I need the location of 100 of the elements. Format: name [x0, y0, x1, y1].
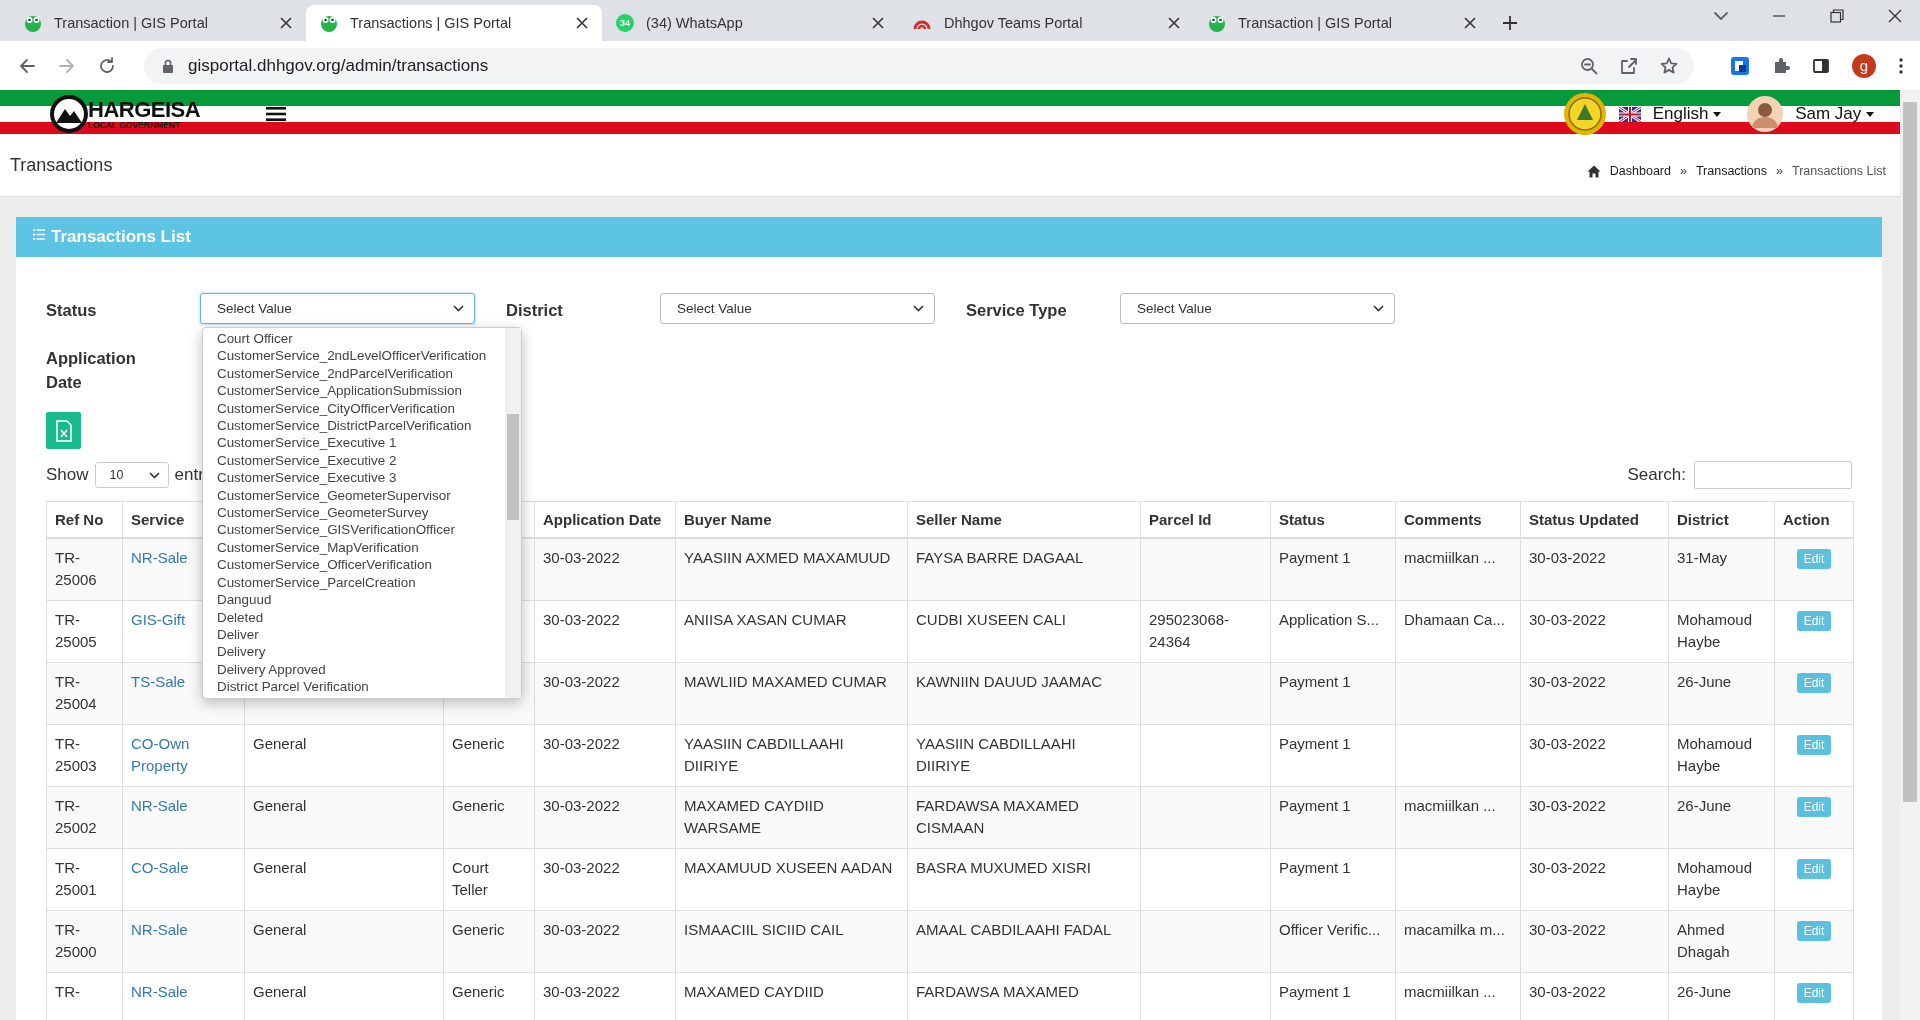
dropdown-option[interactable]: Deleted — [217, 608, 505, 626]
breadcrumb-link[interactable]: Dashboard — [1609, 164, 1671, 178]
dropdown-option[interactable]: Delivery Approved — [217, 660, 505, 679]
breadcrumb-link[interactable]: Transactions — [1695, 164, 1767, 178]
browser-tab[interactable]: Transaction | GIS Portal — [1194, 5, 1490, 41]
search-field[interactable] — [1694, 461, 1852, 489]
table-cell-text: macmiilkan ... — [1404, 548, 1497, 568]
close-icon[interactable] — [1888, 9, 1902, 23]
close-icon[interactable] — [280, 17, 292, 29]
menu-icon[interactable] — [266, 106, 287, 122]
breadcrumb-current: Transactions List — [1791, 164, 1886, 178]
table-cell-text: YAASIIN AXMED MAXAMUUD — [684, 548, 892, 568]
dropdown-option[interactable]: CustomerService_GeometerSupervisor — [217, 486, 505, 505]
select-field[interactable]: Select Value — [1120, 293, 1395, 324]
sidebar-icon[interactable] — [1812, 56, 1830, 75]
dropdown-option[interactable]: CustomerService_MapVerification — [217, 538, 505, 557]
page-size-select[interactable]: 10 — [94, 462, 169, 488]
table-cell-text: 295023068-24364 — [1149, 610, 1231, 652]
dropdown-option[interactable]: CustomerService_OfficerVerification — [217, 556, 505, 574]
close-icon[interactable] — [1464, 17, 1476, 29]
close-icon[interactable] — [576, 17, 588, 29]
filter-label: Status — [46, 300, 98, 320]
scrollbar[interactable] — [1900, 90, 1920, 1020]
table-cell-text: FAYSA BARRE DAGAAL — [916, 548, 1085, 568]
table-cell-text: 30-03-2022 — [1529, 610, 1607, 630]
table-cell-text: MAXAMED CAYDIID WARSAME — [684, 796, 825, 838]
new-tab-icon[interactable] — [1502, 15, 1518, 31]
table-cell-text: General — [253, 982, 308, 1002]
more-icon[interactable] — [1898, 56, 1904, 75]
star-icon[interactable] — [1660, 56, 1678, 75]
home-icon[interactable] — [1586, 164, 1601, 178]
table-cell-text: Mohamoud Haybe — [1677, 734, 1754, 776]
dropdown-option[interactable]: CustomerService_Executive 3 — [217, 469, 505, 487]
reload-icon[interactable] — [98, 56, 116, 75]
dropdown-option[interactable]: CustomerService_DistrictParcelVerification — [217, 417, 505, 435]
extension-icon[interactable] — [1730, 55, 1750, 76]
select-field[interactable]: Select Value — [660, 293, 935, 324]
dropdown-option[interactable]: Danguud — [217, 591, 505, 609]
language-dropdown[interactable]: English — [1652, 104, 1722, 124]
chevron-down-icon — [913, 305, 924, 312]
dropdown-option[interactable]: CustomerService_ParcelCreation — [217, 573, 505, 592]
zoom-out-icon[interactable] — [1580, 56, 1598, 75]
chevron-down-icon — [1373, 305, 1384, 312]
table-cell-text: 26-June — [1677, 982, 1733, 1002]
chevron-down-icon[interactable] — [1714, 11, 1728, 21]
search-label: Search: — [1627, 465, 1686, 485]
scrollbar[interactable] — [505, 328, 521, 698]
dropdown-option[interactable]: Deliver — [217, 625, 505, 644]
table-cell-text: General — [253, 920, 308, 940]
dropdown-option[interactable]: CustomerService_ApplicationSubmission — [217, 382, 505, 400]
dropdown-option[interactable]: CustomerService_Executive 2 — [217, 451, 505, 470]
table-cell-text: Mohamoud Haybe — [1677, 858, 1754, 900]
profile-avatar[interactable]: g — [1852, 53, 1876, 78]
dropdown-option[interactable]: CustomerService_2ndLevelOfficerVerification — [217, 347, 505, 365]
table-cell-text: TR-25006 — [55, 548, 98, 590]
show-label: Show — [46, 465, 89, 485]
table-cell-text: TR-25001 — [55, 858, 98, 900]
chevron-down-icon — [148, 471, 160, 479]
share-icon[interactable] — [1620, 56, 1638, 75]
table-cell-text: 30-03-2022 — [543, 672, 621, 692]
table-cell-text: 30-03-2022 — [543, 858, 621, 878]
table-cell-text: TR-25000 — [55, 920, 98, 962]
back-icon[interactable] — [18, 56, 36, 75]
list-icon — [33, 228, 45, 240]
browser-tab[interactable]: Transaction | GIS Portal — [10, 5, 306, 41]
select-field[interactable]: Select Value — [200, 293, 475, 324]
dropdown-option[interactable]: CustomerService_2ndParcelVerification — [217, 364, 505, 383]
close-icon[interactable] — [872, 17, 884, 29]
table-cell-text: 30-03-2022 — [1529, 982, 1607, 1002]
restore-icon[interactable] — [1830, 9, 1844, 23]
dropdown-option[interactable]: CustomerService_GeometerSurvey — [217, 504, 505, 522]
puzzle-icon[interactable] — [1772, 56, 1790, 75]
filter-label: District — [506, 300, 564, 320]
page-title: Transactions — [10, 154, 113, 177]
browser-tab[interactable]: Transactions | GIS Portal — [306, 5, 602, 41]
table-cell-text: CUDBI XUSEEN CALI — [916, 610, 1068, 630]
dropdown-option[interactable]: CustomerService_Executive 1 — [217, 434, 505, 452]
logo-mark-icon[interactable] — [48, 93, 90, 135]
table-cell-text: Payment 1 — [1279, 672, 1352, 692]
address-bar[interactable]: gisportal.dhhgov.org/admin/transactions — [144, 47, 1694, 84]
table-cell-text: TR- — [55, 982, 81, 1002]
dropdown-option[interactable]: District Parcel Verification — [217, 678, 505, 696]
dropdown-option[interactable]: CustomerService_GISVerificationOfficer — [217, 521, 505, 539]
table-cell-text: Payment 1 — [1279, 858, 1352, 878]
browser-tab[interactable]: 34 (34) WhatsApp — [602, 5, 898, 41]
dropdown-option[interactable]: CustomerService_CityOfficerVerification — [217, 399, 505, 418]
browser-tab[interactable]: Dhhgov Teams Portal — [898, 5, 1194, 41]
dropdown-option[interactable]: Court Officer — [217, 330, 505, 348]
user-menu[interactable]: Sam Jay — [1795, 104, 1874, 124]
table-cell-text: TR-25004 — [55, 672, 98, 714]
dropdown-option[interactable]: Delivery — [217, 643, 505, 661]
filter-label: Application Date — [46, 348, 137, 393]
flag-icon — [1618, 106, 1641, 122]
table-cell-text: AMAAL CABDILAAHI FADAL — [916, 920, 1113, 940]
close-icon[interactable] — [1168, 17, 1180, 29]
breadcrumb-separator: » — [1776, 164, 1783, 178]
chat-badge-icon: 34 — [616, 14, 634, 32]
table-cell-text: YAASIIN CABDILLAAHI DIIRIYE — [916, 734, 1077, 776]
table-cell-text: MAXAMUUD XUSEEN AADAN — [684, 858, 894, 878]
table-cell-text: 30-03-2022 — [543, 796, 621, 816]
